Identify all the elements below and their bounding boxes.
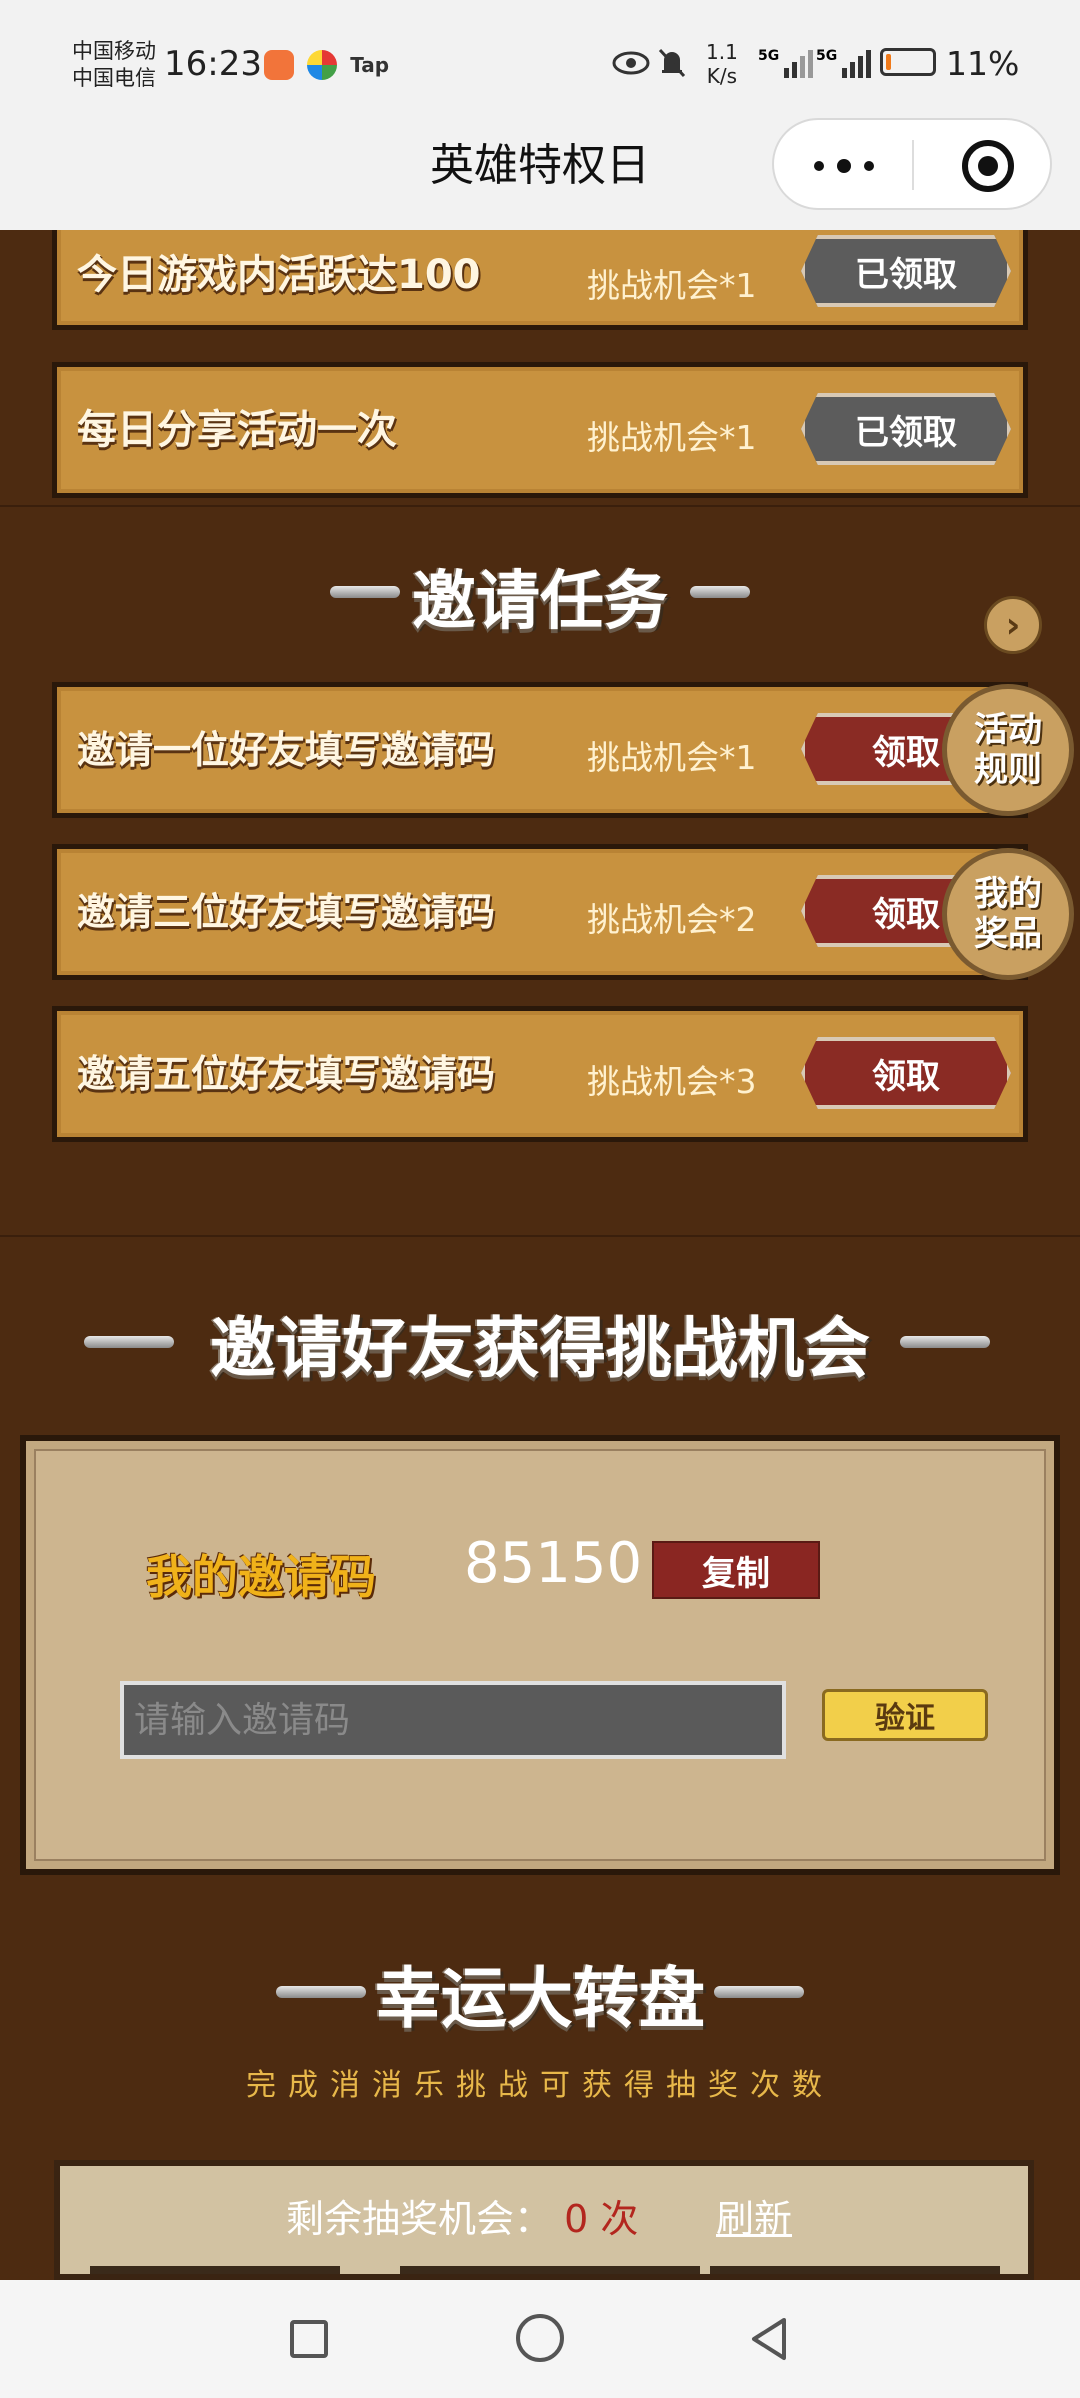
back-triangle-icon[interactable] xyxy=(748,2316,790,2366)
activity-rules-label: 活动 规则 xyxy=(974,710,1042,790)
remaining-chances: 剩余抽奖机会： 0 次 xyxy=(286,2188,638,2243)
colorful-app-icon xyxy=(307,50,338,80)
section-divider xyxy=(0,505,1080,507)
battery-fill xyxy=(886,54,891,70)
signal-2-icon: 5G xyxy=(816,48,876,78)
my-prizes-label: 我的 奖品 xyxy=(974,874,1042,954)
page-content: 今日游戏内活跃达100 挑战机会*1 已领取 每日分享活动一次 挑战机会*1 已… xyxy=(0,230,1080,2280)
notification-icons: Tap xyxy=(264,50,389,80)
task-card-share: 每日分享活动一次 挑战机会*1 已领取 xyxy=(52,362,1028,498)
net-speed-unit: K/s xyxy=(706,64,738,88)
task-reward: 挑战机会*1 xyxy=(587,266,757,305)
net-speed: 1.1 K/s xyxy=(706,40,738,88)
remaining-unit: 次 xyxy=(600,2197,639,2241)
refresh-link[interactable]: 刷新 xyxy=(716,2188,792,2243)
invite-friends-title: 邀请好友获得挑战机会 xyxy=(210,1310,870,1387)
mini-program-capsule xyxy=(772,118,1052,210)
verify-button[interactable]: 验证 xyxy=(822,1689,988,1741)
task-reward: 挑战机会*3 xyxy=(587,1062,757,1101)
capsule-separator xyxy=(912,140,914,190)
lucky-wheel-panel: 剩余抽奖机会： 0 次 刷新 xyxy=(54,2160,1034,2280)
copy-button[interactable]: 复制 xyxy=(652,1541,820,1599)
prize-cell xyxy=(710,2266,1000,2274)
task-label: 邀请一位好友填写邀请码 xyxy=(77,728,496,772)
task-label: 邀请三位好友填写邀请码 xyxy=(77,890,496,934)
chevron-right-icon[interactable]: › xyxy=(984,596,1042,654)
task-reward: 挑战机会*1 xyxy=(587,738,757,777)
section-divider xyxy=(0,1235,1080,1237)
task-label: 今日游戏内活跃达100 xyxy=(77,252,481,298)
tap-icon: Tap xyxy=(350,53,390,77)
my-invite-code-label: 我的邀请码 xyxy=(146,1550,376,1604)
task-reward: 挑战机会*1 xyxy=(587,418,757,457)
invite-task-card-3: 邀请三位好友填写邀请码 挑战机会*2 领取 xyxy=(52,844,1028,980)
net-speed-value: 1.1 xyxy=(706,40,738,64)
activity-rules-button[interactable]: 活动 规则 xyxy=(942,684,1074,816)
target-icon[interactable] xyxy=(960,138,1016,198)
my-invite-code-value: 85150 xyxy=(464,1531,643,1596)
signal-2-label: 5G xyxy=(816,48,838,64)
claim-button[interactable]: 领取 xyxy=(801,1037,1011,1109)
status-time: 16:23 xyxy=(164,44,262,84)
square-icon[interactable] xyxy=(290,2320,328,2358)
invite-code-panel: 我的邀请码 85150 复制 请输入邀请码 验证 xyxy=(20,1435,1060,1875)
remaining-count: 0 xyxy=(564,2197,589,2241)
signal-icon: 5G xyxy=(758,48,818,78)
task-label: 邀请五位好友填写邀请码 xyxy=(77,1052,496,1096)
invite-tasks-title: 邀请任务 xyxy=(412,565,668,639)
more-dots-icon[interactable] xyxy=(814,146,874,186)
invite-task-card-5: 邀请五位好友填写邀请码 挑战机会*3 领取 xyxy=(52,1006,1028,1142)
claimed-button[interactable]: 已领取 xyxy=(801,393,1011,465)
carrier-1: 中国移动 xyxy=(72,39,156,63)
task-card-active: 今日游戏内活跃达100 挑战机会*1 已领取 xyxy=(52,230,1028,330)
invite-task-card-1: 邀请一位好友填写邀请码 挑战机会*1 领取 xyxy=(52,682,1028,818)
carrier-2: 中国电信 xyxy=(72,66,156,90)
prize-cell xyxy=(400,2266,700,2274)
circle-icon[interactable] xyxy=(516,2314,564,2362)
battery-icon xyxy=(880,48,936,76)
task-label: 每日分享活动一次 xyxy=(77,407,397,453)
my-prizes-button[interactable]: 我的 奖品 xyxy=(942,848,1074,980)
carrier-labels: 中国移动 中国电信 xyxy=(72,38,156,92)
eye-icon xyxy=(612,50,650,80)
remaining-label: 剩余抽奖机会： xyxy=(286,2197,553,2241)
battery-percent: 11% xyxy=(946,44,1020,83)
claimed-button[interactable]: 已领取 xyxy=(801,235,1011,307)
prize-cell xyxy=(90,2266,340,2274)
app-notification-icon xyxy=(264,50,294,80)
lucky-wheel-title: 幸运大转盘 xyxy=(375,1960,705,2037)
lucky-wheel-subtitle: 完成消消乐挑战可获得抽奖次数 xyxy=(246,2068,834,2103)
task-reward: 挑战机会*2 xyxy=(587,900,757,939)
signal-1-label: 5G xyxy=(758,48,780,64)
invite-code-input[interactable]: 请输入邀请码 xyxy=(120,1681,786,1759)
mute-bell-icon xyxy=(656,46,688,84)
